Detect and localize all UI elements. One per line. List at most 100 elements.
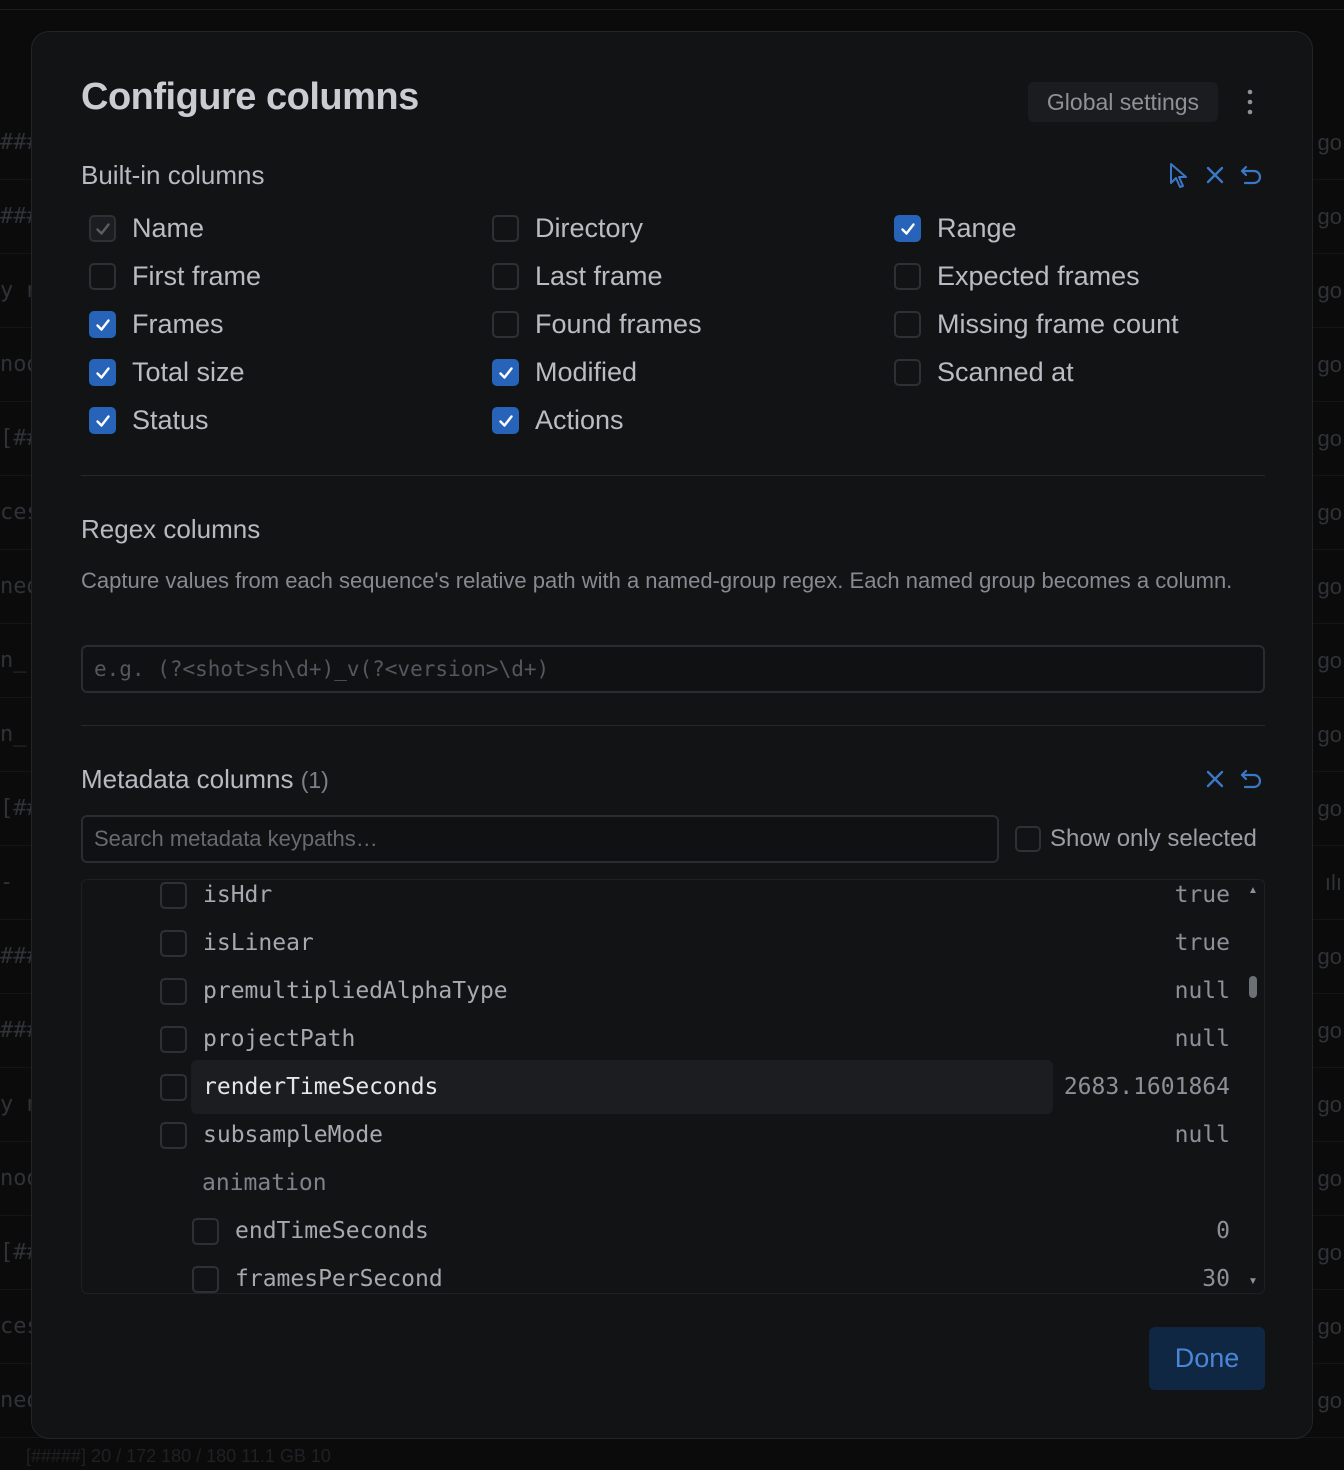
checkbox[interactable] xyxy=(492,359,519,386)
clear-all-icon[interactable] xyxy=(1201,161,1229,189)
checkbox[interactable] xyxy=(89,359,116,386)
reset-icon[interactable] xyxy=(1237,161,1265,189)
column-option-label: Range xyxy=(937,213,1017,243)
scroll-down-icon[interactable]: ▼ xyxy=(1248,1277,1258,1287)
column-option-label: Modified xyxy=(535,357,638,387)
scroll-up-icon[interactable]: ▲ xyxy=(1248,886,1258,896)
metadata-value: 0 xyxy=(1216,1218,1230,1244)
background-cell: go xyxy=(1317,1018,1342,1043)
column-option-frames[interactable]: Frames xyxy=(89,309,224,340)
background-cell: go xyxy=(1317,722,1342,747)
column-option-label: Found frames xyxy=(535,309,702,339)
column-option-range[interactable]: Range xyxy=(894,213,1017,244)
metadata-reset-icon[interactable] xyxy=(1237,765,1265,793)
column-option-total-size[interactable]: Total size xyxy=(89,357,245,388)
checkbox[interactable] xyxy=(89,407,116,434)
column-option-expected-frames[interactable]: Expected frames xyxy=(894,261,1140,292)
metadata-row-subsamplemode[interactable]: subsampleMode null xyxy=(82,1111,1234,1159)
checkbox[interactable] xyxy=(894,359,921,386)
regex-input[interactable] xyxy=(81,645,1265,693)
metadata-list-scrollbar[interactable]: ▲ ▼ xyxy=(1246,880,1260,1293)
metadata-row-framespersecond[interactable]: framesPerSecond 30 xyxy=(82,1255,1234,1293)
column-option-label: Last frame xyxy=(535,261,663,291)
background-cell: ### xyxy=(0,204,32,229)
column-option-directory[interactable]: Directory xyxy=(492,213,643,244)
metadata-checkbox[interactable] xyxy=(192,1265,219,1293)
section-divider xyxy=(81,475,1265,476)
column-option-scanned-at[interactable]: Scanned at xyxy=(894,357,1074,388)
metadata-checkbox[interactable] xyxy=(160,1073,187,1101)
background-cell: n_[ xyxy=(0,648,32,673)
dialog-title: Configure columns xyxy=(81,76,419,118)
show-only-selected-toggle[interactable]: Show only selected xyxy=(1015,825,1257,853)
checkbox[interactable] xyxy=(492,311,519,338)
column-option-status[interactable]: Status xyxy=(89,405,209,436)
show-only-selected-checkbox[interactable] xyxy=(1015,826,1041,852)
metadata-row-rendertimeseconds[interactable]: renderTimeSeconds 2683.1601864 xyxy=(82,1060,1234,1114)
metadata-selected-count: (1) xyxy=(300,767,329,793)
metadata-group-label: animation xyxy=(202,1170,327,1196)
select-default-cursor-icon[interactable] xyxy=(1165,161,1193,189)
background-cell: [## xyxy=(0,426,32,451)
metadata-checkbox[interactable] xyxy=(160,1121,187,1149)
metadata-checkbox[interactable] xyxy=(192,1217,219,1245)
background-cell: y n xyxy=(0,278,32,303)
scroll-thumb[interactable] xyxy=(1249,976,1257,998)
column-option-last-frame[interactable]: Last frame xyxy=(492,261,663,292)
metadata-clear-icon[interactable] xyxy=(1201,765,1229,793)
metadata-row-projectpath[interactable]: projectPath null xyxy=(82,1015,1234,1063)
column-option-missing-frame-count[interactable]: Missing frame count xyxy=(894,309,1179,340)
background-cell: go xyxy=(1317,648,1342,673)
background-cell: go xyxy=(1317,944,1342,969)
background-cell: n_[ xyxy=(0,722,32,747)
background-cell: go xyxy=(1317,130,1342,155)
checkbox[interactable] xyxy=(894,263,921,290)
metadata-row-ishdr[interactable]: isHdr true xyxy=(82,880,1234,919)
column-option-label: Frames xyxy=(132,309,224,339)
column-option-first-frame[interactable]: First frame xyxy=(89,261,261,292)
background-cell: go xyxy=(1317,1092,1342,1117)
checkbox[interactable] xyxy=(492,215,519,242)
background-cell: go xyxy=(1317,278,1342,303)
done-button[interactable]: Done xyxy=(1149,1327,1265,1390)
background-cell: go xyxy=(1317,1314,1342,1339)
metadata-row-premultipliedalphatype[interactable]: premultipliedAlphaType null xyxy=(82,967,1234,1015)
regex-columns-help: Capture values from each sequence's rela… xyxy=(81,568,1233,593)
checkbox[interactable] xyxy=(894,311,921,338)
metadata-checkbox[interactable] xyxy=(160,1025,187,1053)
metadata-checkbox[interactable] xyxy=(160,929,187,957)
configure-columns-dialog: Configure columns Global settings Built-… xyxy=(31,31,1313,1439)
background-cell: ılı xyxy=(1324,870,1342,895)
column-option-label: Missing frame count xyxy=(937,309,1179,339)
background-cell: nod xyxy=(0,352,32,377)
column-option-label: First frame xyxy=(132,261,262,291)
metadata-search-input[interactable] xyxy=(81,815,999,863)
metadata-row-islinear[interactable]: isLinear true xyxy=(82,919,1234,967)
checkbox[interactable] xyxy=(894,215,921,242)
column-option-label: Scanned at xyxy=(937,357,1074,387)
checkbox[interactable] xyxy=(89,263,116,290)
background-cell: go xyxy=(1317,1240,1342,1265)
show-only-selected-label: Show only selected xyxy=(1050,825,1257,852)
column-option-label: Status xyxy=(132,405,209,435)
background-cell: go xyxy=(1317,500,1342,525)
checkbox[interactable] xyxy=(492,263,519,290)
checkbox[interactable] xyxy=(89,311,116,338)
metadata-value: null xyxy=(1174,1122,1230,1148)
background-cell: ### xyxy=(0,130,32,155)
metadata-keypath-list: isHdr true isLinear true premultipliedAlphaT… xyxy=(81,879,1265,1294)
regex-columns-heading: Regex columns xyxy=(81,514,261,544)
background-cell: go xyxy=(1317,796,1342,821)
checkbox[interactable] xyxy=(492,407,519,434)
metadata-checkbox[interactable] xyxy=(160,881,187,909)
global-settings-button[interactable]: Global settings xyxy=(1028,82,1218,122)
column-option-actions[interactable]: Actions xyxy=(492,405,624,436)
column-option-modified[interactable]: Modified xyxy=(492,357,637,388)
section-divider xyxy=(81,725,1265,726)
column-option-found-frames[interactable]: Found frames xyxy=(492,309,702,340)
metadata-checkbox[interactable] xyxy=(160,977,187,1005)
metadata-keypath: framesPerSecond xyxy=(235,1266,443,1292)
metadata-row-endtimeseconds[interactable]: endTimeSeconds 0 xyxy=(82,1207,1234,1255)
more-options-icon[interactable] xyxy=(1238,84,1262,120)
background-cell: nod xyxy=(0,1166,32,1191)
